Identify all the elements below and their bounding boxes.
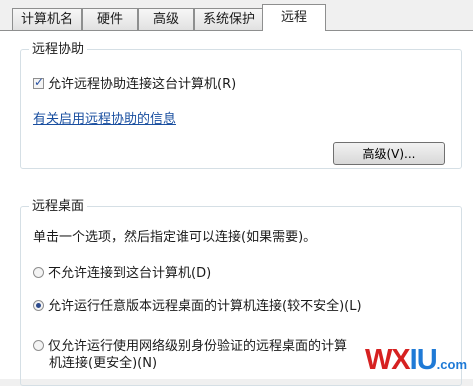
option-nla-label-line1: 仅允许运行使用网络级别身份验证的远程桌面的计算 xyxy=(48,339,348,354)
advanced-button[interactable]: 高级(V)... xyxy=(333,142,445,165)
remote-assistance-title: 远程协助 xyxy=(29,41,88,58)
tab-remote[interactable]: 远程 xyxy=(262,4,326,31)
tab-hardware[interactable]: 硬件 xyxy=(82,8,138,30)
remote-assistance-group: 远程协助 ✓ 允许远程协助连接这台计算机(R) 有关启用远程协助的信息 高级(V)… xyxy=(20,41,462,169)
option-deny-label: 不允许连接到这台计算机(D) xyxy=(48,266,212,281)
radio-selected-dot xyxy=(36,303,41,308)
radio-deny-connections[interactable] xyxy=(33,267,44,278)
remote-tab-panel: 远程协助 ✓ 允许远程协助连接这台计算机(R) 有关启用远程协助的信息 高级(V)… xyxy=(0,30,473,386)
tab-system-protection[interactable]: 系统保护 xyxy=(194,8,264,30)
site-watermark-logo: WXIU.com xyxy=(364,344,467,376)
option-allow-any-label: 允许运行任意版本远程桌面的计算机连接(较不安全)(L) xyxy=(48,299,362,314)
remote-assistance-info-link[interactable]: 有关启用远程协助的信息 xyxy=(33,112,176,127)
tab-computer-name[interactable]: 计算机名 xyxy=(12,8,82,30)
option-nla-label-line2: 机连接(更安全)(N) xyxy=(49,356,158,371)
option-deny-connections[interactable]: 不允许连接到这台计算机(D) xyxy=(33,265,211,282)
allow-remote-assistance-label: 允许远程协助连接这台计算机(R) xyxy=(48,77,237,92)
tab-strip: 计算机名 硬件 高级 系统保护 远程 xyxy=(0,0,473,31)
remote-desktop-title: 远程桌面 xyxy=(29,198,88,215)
remote-desktop-instruction: 单击一个选项，然后指定谁可以连接(如果需要)。 xyxy=(33,230,317,245)
allow-remote-assistance-row[interactable]: ✓ 允许远程协助连接这台计算机(R) xyxy=(33,75,237,93)
allow-remote-assistance-checkbox[interactable]: ✓ xyxy=(33,75,44,89)
radio-allow-any-version[interactable] xyxy=(33,300,44,311)
option-allow-any-version[interactable]: 允许运行任意版本远程桌面的计算机连接(较不安全)(L) xyxy=(33,298,362,315)
option-allow-nla-only[interactable]: 仅允许运行使用网络级别身份验证的远程桌面的计算 xyxy=(33,338,347,355)
checkmark-icon: ✓ xyxy=(34,75,45,89)
radio-allow-nla-only[interactable] xyxy=(33,340,44,351)
tab-advanced[interactable]: 高级 xyxy=(138,8,194,30)
